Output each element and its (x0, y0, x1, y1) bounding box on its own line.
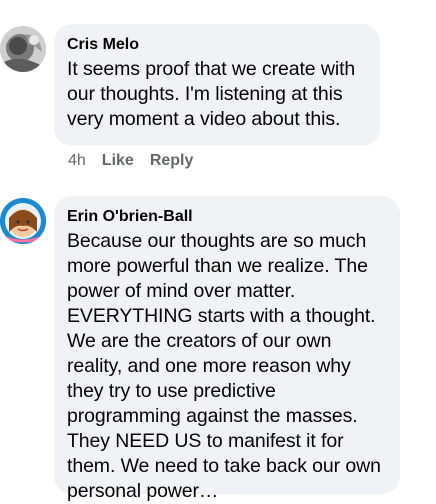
comment-bubble: Erin O'brien-Ball Because our thoughts a… (54, 196, 400, 502)
comment-author[interactable]: Erin O'brien-Ball (67, 207, 388, 227)
avatar[interactable] (0, 198, 46, 244)
profile-photo-icon (0, 198, 46, 244)
comment-text: It seems proof that we create with our t… (67, 58, 356, 130)
reply-button[interactable]: Reply (150, 152, 194, 170)
comment-timestamp[interactable]: 4h (68, 152, 86, 170)
profile-photo-icon (0, 26, 46, 72)
comment-actions: 4h Like Reply (68, 152, 193, 170)
avatar[interactable] (0, 26, 46, 72)
comment-author[interactable]: Cris Melo (67, 35, 368, 55)
comment-bubble: Cris Melo It seems proof that we create … (54, 24, 380, 146)
comment-text: Because our thoughts are so much more po… (67, 230, 381, 502)
like-button[interactable]: Like (102, 152, 134, 170)
